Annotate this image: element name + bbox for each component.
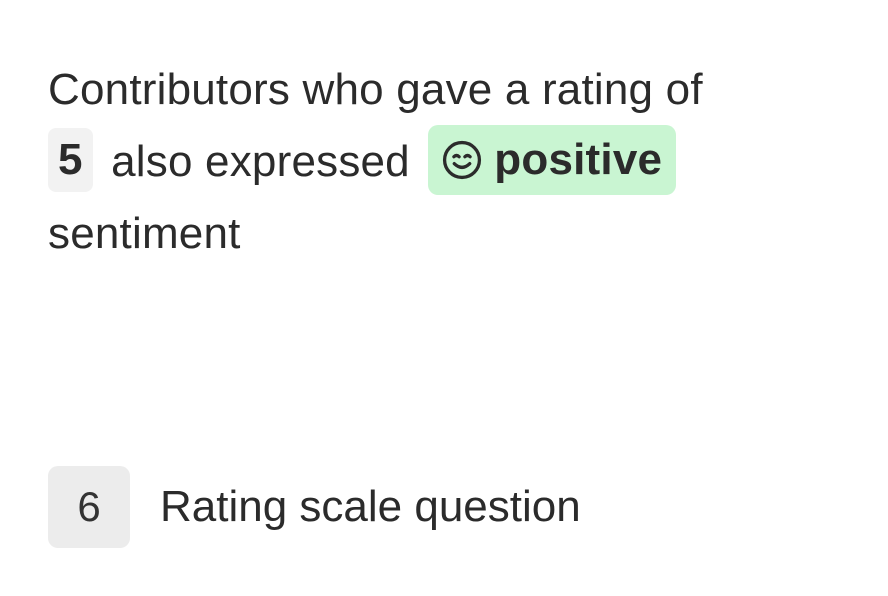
insight-text-middle: also expressed (111, 137, 410, 186)
sentiment-badge: positive (428, 125, 677, 196)
insight-line-3: sentiment (48, 198, 838, 270)
insight-line-2: 5 also expressed positive (48, 125, 838, 198)
rating-value-badge: 5 (48, 128, 93, 193)
question-label: Rating scale question (160, 482, 581, 531)
insight-text-before: Contributors who gave a rating of (48, 65, 703, 114)
insight-text-after: sentiment (48, 209, 241, 258)
sentiment-label: positive (494, 135, 663, 185)
smiley-face-icon (443, 141, 482, 180)
insight-summary: Contributors who gave a rating of 5 also… (48, 54, 838, 270)
question-number-badge: 6 (48, 466, 130, 548)
insight-line-1: Contributors who gave a rating of (48, 54, 838, 126)
question-item[interactable]: 6 Rating scale question (48, 466, 581, 548)
